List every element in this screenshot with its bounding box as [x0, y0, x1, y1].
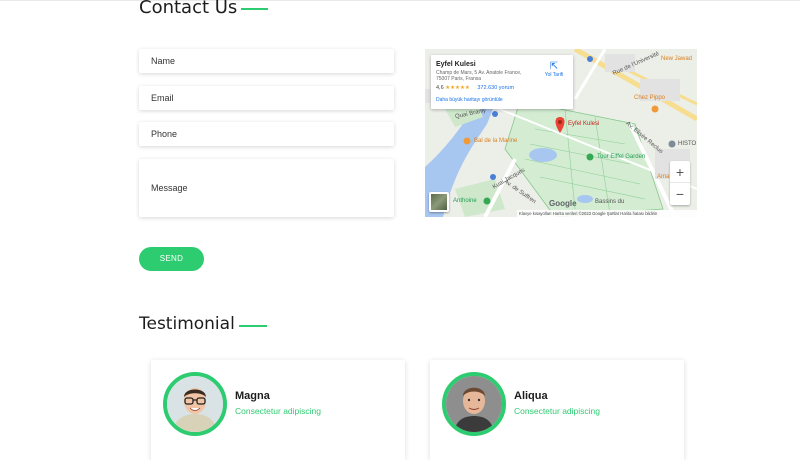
testimonial-subtitle: Consectetur adipiscing: [235, 406, 321, 416]
directions-icon: ⇱: [549, 61, 559, 72]
zoom-out-button[interactable]: −: [670, 183, 690, 205]
name-input[interactable]: Name: [139, 49, 394, 73]
contact-title-text: Contact Us: [139, 0, 238, 18]
testimonial-section-title: Testimonial: [139, 314, 267, 334]
google-logo: Google: [549, 199, 577, 208]
title-accent-line: [241, 8, 269, 10]
testimonial-card: Aliqua Consectetur adipiscing: [430, 360, 684, 460]
contact-section-title: Contact Us: [139, 0, 269, 18]
send-button[interactable]: SEND: [139, 247, 204, 271]
map-label-ama: Ama: [657, 174, 670, 180]
map-place-card: Eyfel Kulesi Champ de Mars, 5 Av. Anatol…: [431, 55, 573, 109]
phone-input[interactable]: Phone: [139, 122, 394, 146]
directions-button[interactable]: ⇱ Yol Tarifi: [541, 61, 567, 78]
place-rating: 4,6 ★★★★★ 372.630 yorum: [436, 85, 514, 91]
zoom-in-button[interactable]: +: [670, 161, 690, 183]
map-attribution[interactable]: Klavye kısayolları Harita verileri ©2023…: [517, 210, 697, 217]
place-address: Champ de Mars, 5 Av. Anatole France, 750…: [436, 70, 522, 82]
map-label-histo: HISTO: [678, 141, 697, 147]
map-label-bassins: Bassins du: [595, 199, 625, 205]
map-label-chez-pippo: Chez Pippo: [634, 95, 666, 101]
testimonial-name: Aliqua: [514, 390, 548, 402]
testimonial-card: Magna Consectetur adipiscing: [151, 360, 405, 460]
map-label-tour-eiffel-garden: Tour Eiffel Garden: [597, 154, 646, 160]
testimonial-subtitle: Consectetur adipiscing: [514, 406, 600, 416]
place-name: Eyfel Kulesi: [436, 61, 476, 68]
message-textarea[interactable]: Message: [139, 159, 394, 217]
avatar: [163, 372, 227, 436]
larger-map-link[interactable]: Daha büyük haritayı görüntüle: [436, 97, 503, 103]
satellite-layer-toggle[interactable]: [429, 192, 449, 212]
rating-value: 4,6: [436, 85, 444, 91]
person-photo-icon: [167, 376, 223, 432]
zoom-controls: + −: [670, 161, 690, 205]
map-label-new-jawad: New Jawad: [661, 56, 693, 62]
title-accent-line: [238, 324, 267, 327]
map-label-bal-marine: Bal de la Marine: [474, 138, 518, 144]
testimonial-title-text: Testimonial: [139, 314, 235, 334]
rating-stars-icon: ★★★★★: [445, 85, 470, 91]
person-photo-icon: [446, 376, 502, 432]
top-divider: [0, 0, 800, 1]
testimonial-name: Magna: [235, 390, 270, 402]
map-label-eyfel: Eyfel Kulesi: [568, 121, 600, 127]
reviews-link[interactable]: 372.630 yorum: [477, 85, 514, 91]
avatar: [442, 372, 506, 436]
map-label-anthoine: Anthoine: [453, 198, 477, 204]
directions-label: Yol Tarifi: [544, 72, 564, 78]
email-input[interactable]: Email: [139, 86, 394, 110]
embedded-map[interactable]: Rue de l'Université New Jawad Chez Pippo…: [425, 49, 697, 217]
